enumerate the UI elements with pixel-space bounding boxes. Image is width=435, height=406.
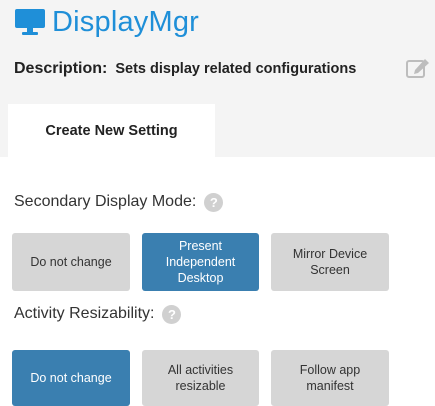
monitor-icon: [15, 9, 45, 35]
option-label: Do not change: [30, 370, 112, 385]
description-label: Description:: [14, 60, 108, 77]
section-label: Secondary Display Mode:: [14, 193, 197, 210]
option-label: All activities resizable: [167, 362, 234, 393]
option-follow-app-manifest[interactable]: Follow app manifest: [271, 350, 389, 406]
option-label: Do not change: [30, 254, 112, 269]
help-icon[interactable]: ?: [204, 192, 224, 212]
description-value: Sets display related configurations: [115, 61, 357, 77]
option-all-activities-resizable[interactable]: All activities resizable: [142, 350, 259, 406]
option-label: Mirror Device Screen: [292, 246, 368, 277]
option-mirror-device-screen[interactable]: Mirror Device Screen: [271, 233, 389, 291]
option-activity-do-not-change[interactable]: Do not change: [12, 350, 130, 406]
app-title: DisplayMgr: [52, 5, 200, 38]
app-title-row: DisplayMgr: [14, 2, 199, 42]
description-row: Description: Sets display related config…: [14, 58, 435, 80]
option-label: Follow app manifest: [299, 362, 361, 393]
secondary-display-mode-title: Secondary Display Mode: ?: [14, 192, 224, 212]
edit-icon[interactable]: [405, 56, 431, 80]
section-label: Activity Resizability:: [14, 305, 155, 322]
activity-resizability-title: Activity Resizability: ?: [14, 304, 182, 324]
help-icon[interactable]: ?: [162, 304, 182, 324]
option-secondary-do-not-change[interactable]: Do not change: [12, 233, 130, 291]
page: DisplayMgr Description: Sets display rel…: [0, 0, 435, 406]
option-present-independent-desktop[interactable]: Present Independent Desktop: [142, 233, 259, 291]
option-label: Present Independent Desktop: [165, 238, 236, 286]
tab-label: Create New Setting: [45, 122, 178, 139]
tab-create-new-setting[interactable]: Create New Setting: [8, 104, 215, 157]
